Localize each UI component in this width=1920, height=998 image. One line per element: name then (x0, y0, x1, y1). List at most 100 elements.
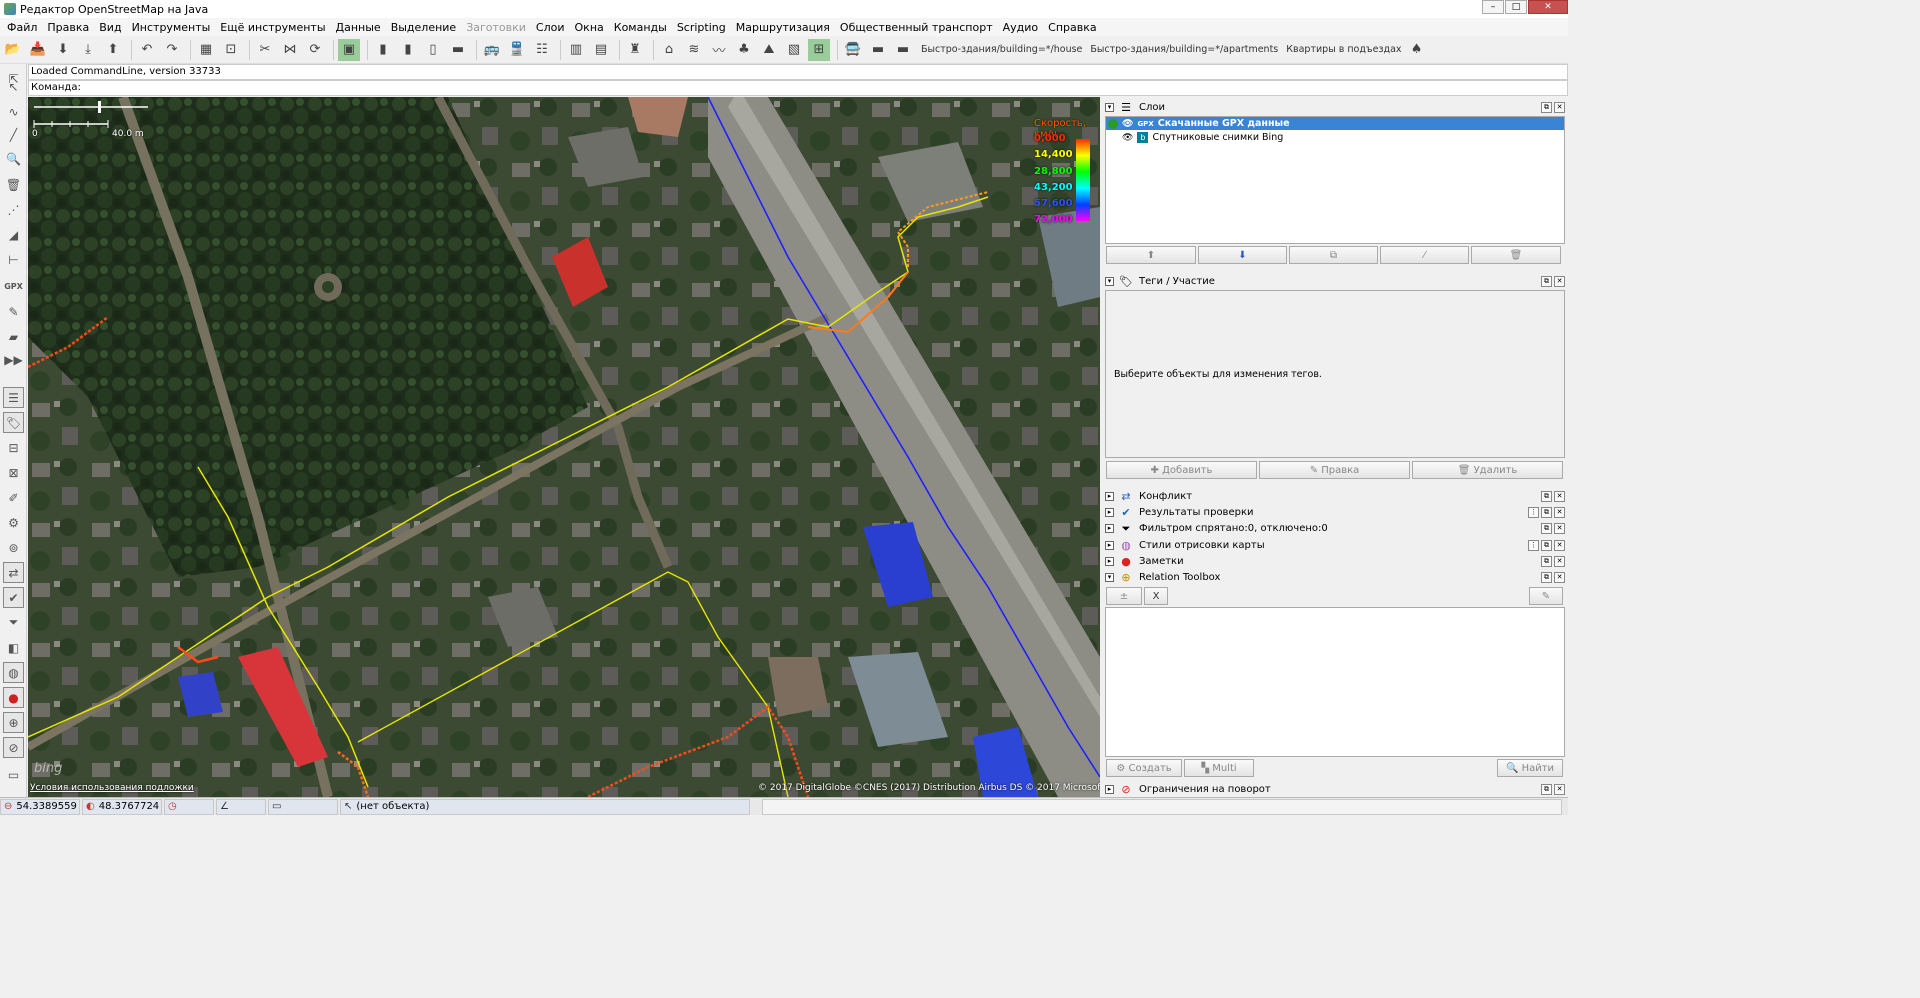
pointer-icon[interactable]: ↖ (3, 76, 24, 97)
area-icon[interactable]: ▰ (3, 326, 24, 347)
draw-line-icon[interactable]: ╱ (3, 124, 24, 145)
plus-icon[interactable]: ⊞ (808, 38, 830, 61)
delete-tag-button[interactable]: 🗑 Удалить (1412, 461, 1563, 479)
collapse-toggle-icon[interactable]: ▾ (1105, 573, 1114, 582)
detach-icon[interactable]: ⧉ (1541, 276, 1552, 287)
edit-tag-button[interactable]: ✎ Правка (1259, 461, 1410, 479)
tram-icon[interactable]: ▬ (867, 39, 889, 61)
eye-icon[interactable]: 👁 (1122, 133, 1133, 143)
detach-icon[interactable]: ⧉ (1541, 491, 1552, 502)
relation-select-button[interactable]: ± (1106, 587, 1142, 605)
quick-building-apartments-button[interactable]: Быстро-здания/building=*/apartments (1090, 44, 1278, 55)
close-icon[interactable]: ✕ (1554, 572, 1565, 583)
menu-data[interactable]: Данные (331, 21, 386, 34)
redo-icon[interactable]: ↷ (161, 39, 183, 61)
open-file-icon[interactable]: 📂 (2, 39, 24, 61)
commandline-input[interactable]: Команда: (28, 80, 1568, 96)
building-wide-icon[interactable]: ▬ (447, 39, 469, 61)
menu-layers[interactable]: Слои (531, 21, 570, 34)
menu-file[interactable]: Файл (2, 21, 42, 34)
conflict-panel-header[interactable]: ▸ ⇄ Конфликт ⧉ ✕ (1105, 488, 1565, 505)
search-icon[interactable]: ⊡ (220, 39, 242, 61)
layer-row[interactable]: 👁 b Спутниковые снимки Bing (1106, 131, 1564, 144)
close-icon[interactable]: ✕ (1554, 523, 1565, 534)
detach-icon[interactable]: ⧉ (1541, 784, 1552, 795)
menu-edit[interactable]: Правка (42, 21, 94, 34)
quick-building-house-button[interactable]: Быстро-здания/building=*/house (921, 44, 1082, 55)
commands-icon[interactable]: ⚙ (3, 512, 24, 533)
expand-toggle-icon[interactable]: ▸ (1105, 508, 1114, 517)
menu-tools[interactable]: Инструменты (127, 21, 216, 34)
download-icon[interactable]: ⬇ (52, 39, 74, 61)
parallel-icon[interactable]: ◢ (3, 224, 24, 245)
menu-help[interactable]: Справка (1043, 21, 1101, 34)
bus-stop-icon[interactable]: 🚌 (481, 39, 503, 61)
map-style-toggle-icon[interactable]: ◍ (3, 662, 24, 683)
selection-highlight-icon[interactable]: ▣ (338, 38, 360, 61)
road-icon[interactable]: ▧ (783, 39, 805, 61)
railway-icon[interactable]: ☷ (531, 39, 553, 61)
validation-toggle-icon[interactable]: ✔ (3, 587, 24, 608)
download-area-icon[interactable]: ⤓ (77, 39, 99, 61)
settings-icon[interactable]: ⋮ (1528, 540, 1539, 551)
close-icon[interactable]: ✕ (1554, 102, 1565, 113)
turn-restriction-toggle-icon[interactable]: ⊘ (3, 737, 24, 758)
menu-commands[interactable]: Команды (609, 21, 672, 34)
find-relation-button[interactable]: 🔍 Найти (1497, 759, 1563, 777)
detach-icon[interactable]: ⧉ (1541, 507, 1552, 518)
tags-panel-header[interactable]: ▾ 🏷 Теги / Участие ⧉ ✕ (1105, 273, 1565, 290)
castle-icon[interactable]: ♜ (624, 39, 646, 61)
delete-layer-button[interactable]: 🗑 (1471, 246, 1561, 264)
landuse-icon[interactable]: ⛰ (758, 39, 780, 61)
expand-toggle-icon[interactable]: ▸ (1105, 557, 1114, 566)
forest-icon[interactable]: ♠ (1406, 39, 1428, 61)
water-icon[interactable]: 〰 (708, 39, 730, 61)
undo-icon[interactable]: ↶ (136, 39, 158, 61)
minimize-button[interactable]: – (1482, 0, 1504, 14)
relation-toolbox-header[interactable]: ▾ ⊕ Relation Toolbox ⧉ ✕ (1105, 569, 1565, 586)
relations-icon[interactable]: ⊚ (3, 537, 24, 558)
eye-icon[interactable]: 👁 (1122, 119, 1133, 129)
move-down-button[interactable]: ⬇ (1198, 246, 1287, 264)
preferences-icon[interactable]: ▦ (195, 39, 217, 61)
reverse-way-icon[interactable]: ⟳ (304, 39, 326, 61)
gate-icon[interactable]: ▥ (565, 39, 587, 61)
zoom-icon[interactable]: 🔍 (3, 148, 24, 169)
menu-selection[interactable]: Выделение (386, 21, 462, 34)
extrude-icon[interactable]: ⊢ (3, 249, 24, 270)
multi-relation-button[interactable]: ▚ Multi (1184, 759, 1254, 777)
detach-icon[interactable]: ⧉ (1541, 572, 1552, 583)
upload-icon[interactable]: ⬆ (102, 39, 124, 61)
fence-icon[interactable]: ▤ (590, 39, 612, 61)
measure-icon[interactable]: ▭ (3, 764, 24, 785)
industrial-icon[interactable]: ⌂ (658, 39, 680, 61)
tree-icon[interactable]: ♣ (733, 39, 755, 61)
filter-toggle-icon[interactable]: ⏷ (3, 612, 24, 633)
collapse-toggle-icon[interactable]: ▾ (1105, 277, 1114, 286)
menu-audio[interactable]: Аудио (998, 21, 1044, 34)
authors-icon[interactable]: ✐ (3, 487, 24, 508)
detach-icon[interactable]: ⧉ (1541, 102, 1552, 113)
relation-toolbox-toggle-icon[interactable]: ⊕ (3, 712, 24, 733)
notes-toggle-icon[interactable]: ● (3, 687, 24, 708)
menu-scripting[interactable]: Scripting (672, 21, 731, 34)
relation-edit-button[interactable]: ✎ (1529, 587, 1563, 605)
add-tag-button[interactable]: ✚ Добавить (1106, 461, 1257, 479)
settings-icon[interactable]: ⋮ (1528, 507, 1539, 518)
building-tall-icon[interactable]: ▮ (397, 39, 419, 61)
building-narrow-icon[interactable]: ▯ (422, 39, 444, 61)
lasso-icon[interactable]: ∿ (3, 101, 24, 122)
create-relation-button[interactable]: ⚙ Создать (1106, 759, 1182, 777)
layer-row[interactable]: 👁 GPX Скачанные GPX данные (1106, 117, 1564, 130)
close-button[interactable]: ✕ (1528, 0, 1568, 14)
notes-panel-header[interactable]: ▸ ● Заметки ⧉ ✕ (1105, 553, 1565, 570)
expand-icon[interactable]: ▶▶ (3, 349, 24, 370)
combine-way-icon[interactable]: ⋈ (279, 39, 301, 61)
expand-toggle-icon[interactable]: ▸ (1105, 492, 1114, 501)
expand-toggle-icon[interactable]: ▸ (1105, 541, 1114, 550)
wetland-icon[interactable]: ≋ (683, 39, 705, 61)
menu-windows[interactable]: Окна (570, 21, 609, 34)
close-icon[interactable]: ✕ (1554, 507, 1565, 518)
detach-icon[interactable]: ⧉ (1541, 540, 1552, 551)
close-icon[interactable]: ✕ (1554, 784, 1565, 795)
